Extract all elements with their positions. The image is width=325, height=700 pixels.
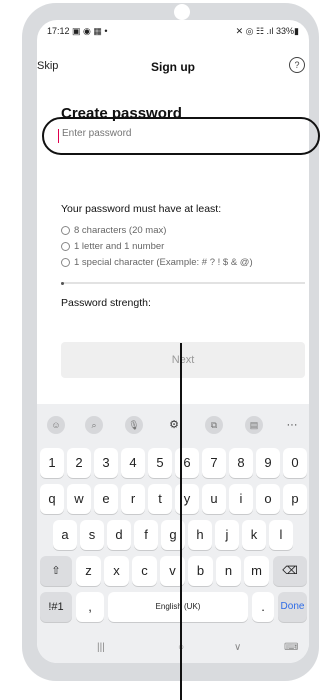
keyboard-mode-icon[interactable]: ▤ <box>245 416 263 434</box>
key-t[interactable]: t <box>148 484 172 514</box>
key-p[interactable]: p <box>283 484 307 514</box>
done-key[interactable]: Done <box>278 592 307 622</box>
key-c[interactable]: c <box>132 556 157 586</box>
key-n[interactable]: n <box>216 556 241 586</box>
status-icons: ✕ ◎ ☷ .ıl 33%▮ <box>235 26 299 36</box>
page-title: Sign up <box>151 60 195 74</box>
search-icon[interactable]: ⌕ <box>85 416 103 434</box>
password-strength-label: Password strength: <box>61 297 151 309</box>
key-i[interactable]: i <box>229 484 253 514</box>
rule-radio-icon <box>61 241 70 251</box>
recent-apps-icon[interactable]: ||| <box>97 642 105 653</box>
rule-text: 8 characters (20 max) <box>74 224 167 236</box>
shift-key-icon[interactable]: ⇧ <box>40 556 72 586</box>
key-4[interactable]: 4 <box>121 448 145 478</box>
password-input[interactable] <box>60 127 284 140</box>
key-6[interactable]: 6 <box>175 448 199 478</box>
key-row-numbers: 1 2 3 4 5 6 7 8 9 0 <box>37 448 309 480</box>
key-5[interactable]: 5 <box>148 448 172 478</box>
key-d[interactable]: d <box>107 520 131 550</box>
on-screen-keyboard: ☺ ⌕ 🎙 ⚙ ⧉ ▤ ··· 1 2 3 4 5 6 7 8 9 0 q w … <box>37 404 309 663</box>
key-9[interactable]: 9 <box>256 448 280 478</box>
keyboard-switch-icon[interactable]: ⌨ <box>284 642 298 653</box>
key-2[interactable]: 2 <box>67 448 91 478</box>
more-icon[interactable]: ··· <box>283 416 301 434</box>
next-button[interactable]: Next <box>61 342 305 378</box>
key-q[interactable]: q <box>40 484 64 514</box>
system-nav-bar: ||| ○ ∨ ⌨ <box>37 640 309 660</box>
key-h[interactable]: h <box>188 520 212 550</box>
rule-radio-icon <box>61 257 70 267</box>
clipboard-icon[interactable]: ⧉ <box>205 416 223 434</box>
key-1[interactable]: 1 <box>40 448 64 478</box>
key-row-zxcv: ⇧ z x c v b n m ⌫ <box>37 556 309 588</box>
key-k[interactable]: k <box>242 520 266 550</box>
key-row-bottom: !#1 , English (UK) . Done <box>37 592 309 624</box>
key-m[interactable]: m <box>244 556 269 586</box>
text-cursor <box>58 129 59 143</box>
password-strength-indicator <box>61 282 64 285</box>
key-8[interactable]: 8 <box>229 448 253 478</box>
app-header: Skip Sign up ? <box>37 50 309 80</box>
key-s[interactable]: s <box>80 520 104 550</box>
key-l[interactable]: l <box>269 520 293 550</box>
rule-text: 1 letter and 1 number <box>74 240 165 252</box>
keyboard-toolbar: ☺ ⌕ 🎙 ⚙ ⧉ ▤ ··· <box>37 412 309 442</box>
period-key[interactable]: . <box>252 592 274 622</box>
status-time: 17:12 ▣ ◉ ▦ • <box>47 26 108 36</box>
rule-item: 1 letter and 1 number <box>61 238 253 254</box>
comma-key[interactable]: , <box>76 592 104 622</box>
key-row-asdf: a s d f g h j k l <box>37 520 309 552</box>
key-x[interactable]: x <box>104 556 129 586</box>
key-z[interactable]: z <box>76 556 101 586</box>
key-0[interactable]: 0 <box>283 448 307 478</box>
camera-notch <box>174 4 190 20</box>
status-bar: 17:12 ▣ ◉ ▦ • ✕ ◎ ☷ .ıl 33%▮ <box>37 20 309 42</box>
password-field[interactable] <box>42 117 320 155</box>
emoji-icon[interactable]: ☺ <box>47 416 65 434</box>
backspace-key-icon[interactable]: ⌫ <box>273 556 307 586</box>
rule-item: 1 special character (Example: # ? ! $ & … <box>61 254 253 270</box>
key-w[interactable]: w <box>67 484 91 514</box>
microphone-icon[interactable]: 🎙 <box>125 416 143 434</box>
rule-radio-icon <box>61 225 70 235</box>
help-icon[interactable]: ? <box>289 57 305 73</box>
symbols-key[interactable]: !#1 <box>40 592 72 622</box>
key-u[interactable]: u <box>202 484 226 514</box>
key-f[interactable]: f <box>134 520 158 550</box>
key-y[interactable]: y <box>175 484 199 514</box>
key-j[interactable]: j <box>215 520 239 550</box>
key-7[interactable]: 7 <box>202 448 226 478</box>
key-r[interactable]: r <box>121 484 145 514</box>
rule-item: 8 characters (20 max) <box>61 222 253 238</box>
back-chevron-icon[interactable]: ∨ <box>234 642 241 653</box>
annotation-line <box>180 343 182 700</box>
key-3[interactable]: 3 <box>94 448 118 478</box>
key-a[interactable]: a <box>53 520 77 550</box>
key-row-qwerty: q w e r t y u i o p <box>37 484 309 516</box>
key-o[interactable]: o <box>256 484 280 514</box>
password-strength-bar <box>61 282 305 284</box>
key-b[interactable]: b <box>188 556 213 586</box>
rule-text: 1 special character (Example: # ? ! $ & … <box>74 256 253 268</box>
key-e[interactable]: e <box>94 484 118 514</box>
password-rules: 8 characters (20 max) 1 letter and 1 num… <box>61 222 253 270</box>
password-rules-title: Your password must have at least: <box>61 203 222 215</box>
space-key[interactable]: English (UK) <box>108 592 248 622</box>
